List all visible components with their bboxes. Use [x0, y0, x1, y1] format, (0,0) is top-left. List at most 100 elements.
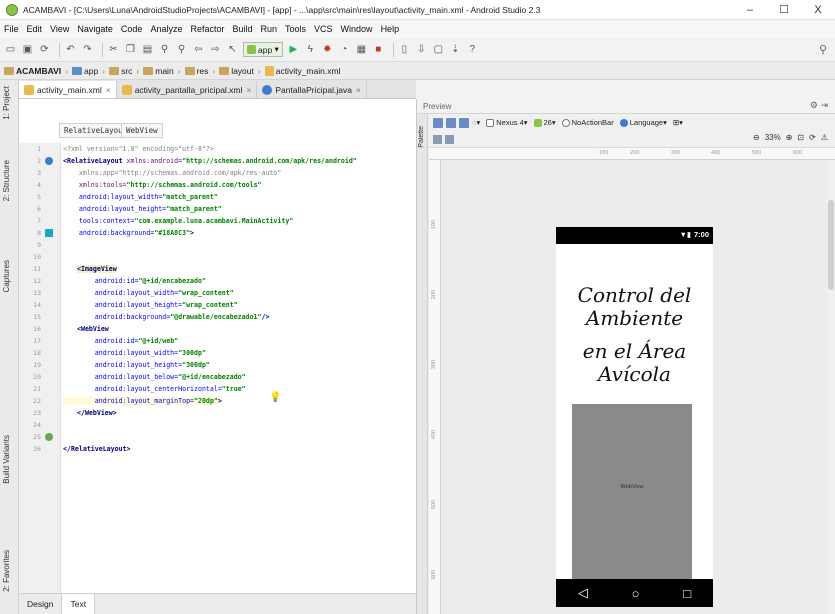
paste-icon[interactable]: ▤ — [141, 43, 154, 56]
make-icon[interactable]: ↖ — [226, 43, 239, 56]
maximize-button[interactable]: ☐ — [767, 3, 801, 16]
breadcrumb-main[interactable]: main › — [143, 66, 181, 76]
debug-icon[interactable]: ✹ — [321, 43, 334, 56]
tool-window-structure[interactable]: 2: Structure — [2, 160, 11, 201]
search-icon[interactable]: ⚲ — [819, 43, 827, 56]
open-icon[interactable]: ▭ — [4, 43, 17, 56]
breadcrumb-file[interactable]: activity_main.xml — [264, 65, 340, 76]
gutter-bookmark-icon[interactable] — [45, 433, 53, 441]
back-nav-icon[interactable]: ◁ — [578, 585, 588, 601]
menu-code[interactable]: Code — [121, 24, 143, 34]
profile-icon[interactable]: ◔ — [338, 43, 351, 56]
attach-debugger-icon[interactable]: ▦ — [355, 43, 368, 56]
tab-design[interactable]: Design — [19, 594, 63, 614]
zoom-fit-icon[interactable]: ⊡ — [797, 133, 804, 142]
save-icon[interactable]: ▣ — [21, 43, 34, 56]
breadcrumb-app[interactable]: app › — [72, 66, 105, 76]
close-tab-icon[interactable]: × — [106, 85, 111, 95]
tab-pantalla-java[interactable]: PantallaPricipal.java × — [257, 81, 367, 98]
blueprint-icon[interactable] — [446, 117, 456, 128]
menu-vcs[interactable]: VCS — [314, 24, 333, 34]
class-reference-icon[interactable] — [45, 157, 53, 165]
zoom-in-icon[interactable]: ⊕ — [786, 133, 793, 142]
tool-window-favorites[interactable]: 2: Favorites — [2, 550, 11, 592]
sdk-manager-icon[interactable]: ⇩ — [415, 43, 428, 56]
menu-analyze[interactable]: Analyze — [150, 24, 182, 34]
find-icon[interactable]: ⚲ — [158, 43, 171, 56]
view-mode-icon[interactable] — [445, 134, 454, 144]
close-button[interactable]: X — [801, 4, 835, 16]
tab-activity-main[interactable]: activity_main.xml × — [19, 81, 117, 98]
close-tab-icon[interactable]: × — [356, 85, 361, 95]
webview-component[interactable]: WebView — [572, 404, 692, 599]
configuration-icon[interactable]: ◌▾ — [472, 118, 480, 127]
header-image[interactable]: Control del Ambiente en el Área Avícola — [556, 284, 713, 386]
language-selector[interactable]: Language ▾ — [619, 118, 667, 127]
header-line-2: en el Área Avícola — [582, 339, 687, 386]
recents-nav-icon[interactable]: □ — [683, 586, 691, 601]
tab-activity-pantalla[interactable]: activity_pantalla_pricipal.xml × — [116, 81, 258, 98]
header-line-1: Control del Ambiente — [577, 283, 692, 330]
avd-manager-icon[interactable]: ▯ — [398, 43, 411, 56]
cut-icon[interactable]: ✂ — [107, 43, 120, 56]
breadcrumb-project[interactable]: ACAMBAVI › — [4, 66, 68, 76]
menu-refactor[interactable]: Refactor — [190, 24, 224, 34]
theme-selector[interactable]: NoActionBar — [561, 118, 614, 127]
menu-edit[interactable]: Edit — [27, 24, 43, 34]
project-structure-icon[interactable]: ▢ — [432, 43, 445, 56]
home-nav-icon[interactable]: ○ — [632, 586, 640, 601]
android-monitor-icon[interactable]: ⇣ — [449, 43, 462, 56]
menu-tools[interactable]: Tools — [285, 24, 306, 34]
layout-variants-icon[interactable]: ⊞▾ — [673, 118, 683, 127]
code-editor[interactable]: RelativeLayout WebView 1 2 3 4 5 6 7 8 9… — [19, 99, 416, 593]
preview-scrollbar[interactable] — [827, 160, 835, 614]
orientation-icon[interactable] — [459, 117, 469, 128]
component-path-webview[interactable]: WebView — [121, 123, 163, 138]
copy-icon[interactable]: ❐ — [124, 43, 137, 56]
redo-icon[interactable]: ↷ — [81, 43, 94, 56]
menu-build[interactable]: Build — [232, 24, 252, 34]
menu-file[interactable]: File — [4, 24, 19, 34]
device-selector[interactable]: Nexus 4 ▾ — [486, 118, 528, 127]
breadcrumb-layout[interactable]: layout › — [219, 66, 261, 76]
help-icon[interactable]: ? — [466, 43, 479, 56]
intention-bulb-icon[interactable]: 💡 — [269, 392, 281, 403]
view-mode-icon[interactable] — [433, 134, 442, 144]
gear-icon[interactable]: ⚙ ⇥ — [810, 100, 828, 111]
tool-window-build-variants[interactable]: Build Variants — [2, 435, 11, 484]
warnings-icon[interactable]: ⚠ — [821, 133, 828, 142]
forward-icon[interactable]: ⇨ — [209, 43, 222, 56]
apply-changes-icon[interactable]: ϟ — [304, 43, 317, 56]
tool-window-captures[interactable]: Captures — [2, 260, 11, 292]
refresh-icon[interactable]: ⟳ — [809, 133, 816, 142]
module-selector[interactable]: app ▾ — [243, 42, 283, 57]
undo-icon[interactable]: ↶ — [64, 43, 77, 56]
design-surface-icon[interactable] — [433, 117, 443, 128]
sync-icon[interactable]: ⟳ — [38, 43, 51, 56]
stop-icon[interactable]: ■ — [372, 43, 385, 56]
menu-window[interactable]: Window — [341, 24, 373, 34]
scrollbar-thumb[interactable] — [828, 200, 834, 290]
device-preview[interactable]: ▼▮ 7:00 Control del Ambiente en el Área … — [556, 227, 713, 607]
tool-window-palette[interactable]: Palette — [418, 126, 425, 148]
module-folder-icon — [72, 66, 83, 75]
zoom-out-icon[interactable]: ⊖ — [753, 133, 760, 142]
breadcrumb-res[interactable]: res › — [184, 66, 215, 76]
menu-navigate[interactable]: Navigate — [77, 24, 113, 34]
preview-header: Preview ⚙ ⇥ — [417, 99, 835, 114]
back-icon[interactable]: ⇦ — [192, 43, 205, 56]
tool-window-project[interactable]: 1: Project — [2, 86, 11, 120]
api-level-selector[interactable]: 26 ▾ — [533, 118, 556, 127]
breadcrumb-src[interactable]: src › — [109, 66, 139, 76]
minimize-button[interactable]: – — [733, 4, 767, 16]
xml-file-icon — [264, 65, 274, 76]
menu-run[interactable]: Run — [261, 24, 278, 34]
run-icon[interactable]: ▶ — [287, 43, 300, 56]
menu-help[interactable]: Help — [381, 24, 400, 34]
close-tab-icon[interactable]: × — [246, 85, 251, 95]
tab-text[interactable]: Text — [62, 594, 96, 614]
color-swatch-icon[interactable] — [45, 229, 53, 237]
menu-view[interactable]: View — [50, 24, 69, 34]
replace-icon[interactable]: ⚲ — [175, 43, 188, 56]
code-text[interactable]: <?xml version="1.0" encoding="utf-8"?> <… — [63, 143, 416, 593]
